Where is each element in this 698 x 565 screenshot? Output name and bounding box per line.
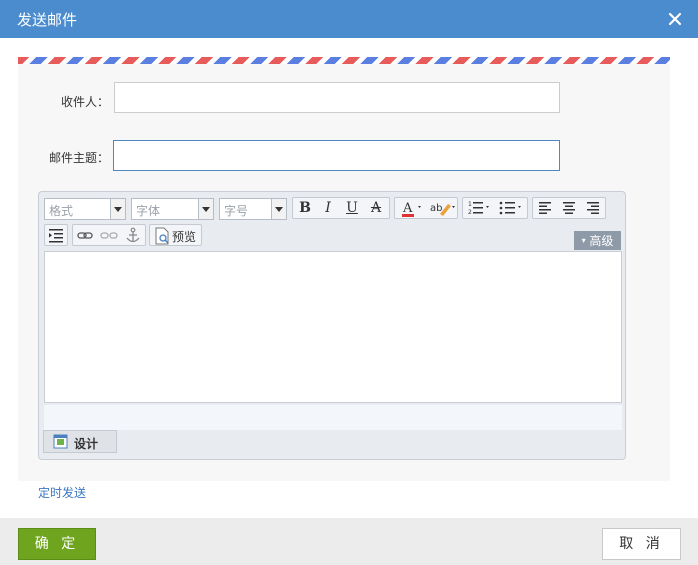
- underline-icon[interactable]: U: [341, 198, 363, 218]
- svg-text:A: A: [402, 201, 413, 216]
- size-select[interactable]: 字号: [219, 198, 287, 220]
- schedule-send-link[interactable]: 定时发送: [38, 484, 86, 501]
- chevron-down-icon: [198, 199, 213, 219]
- dialog-titlebar: [0, 0, 698, 38]
- preview-icon: [155, 227, 169, 245]
- format-select[interactable]: 格式: [44, 198, 126, 220]
- design-icon: [53, 434, 68, 449]
- svg-text:1: 1: [468, 201, 472, 208]
- chevron-down-icon: ▾: [581, 236, 586, 245]
- indent-group: [44, 224, 68, 246]
- ordered-list-icon[interactable]: 12: [465, 198, 493, 218]
- align-left-icon[interactable]: [534, 198, 556, 218]
- italic-icon[interactable]: I: [317, 198, 339, 218]
- close-icon[interactable]: [664, 8, 686, 30]
- strikethrough-icon[interactable]: A: [365, 198, 387, 218]
- font-select[interactable]: 字体: [131, 198, 214, 220]
- editor-content-area[interactable]: [44, 251, 622, 403]
- color-group: A ab: [394, 197, 458, 219]
- dialog-title: 发送邮件: [17, 11, 78, 29]
- link-icon[interactable]: [74, 225, 96, 245]
- unlink-icon[interactable]: [98, 225, 120, 245]
- bold-icon[interactable]: B: [294, 198, 316, 218]
- editor-status-bar: [44, 405, 622, 430]
- airmail-stripe: [18, 57, 670, 64]
- subject-label: 邮件主题：: [49, 151, 110, 165]
- text-style-group: B I U A: [292, 197, 390, 219]
- unordered-list-icon[interactable]: [497, 198, 525, 218]
- font-color-icon[interactable]: A: [397, 198, 425, 218]
- to-label: 收件人：: [61, 95, 110, 109]
- confirm-button[interactable]: 确 定: [18, 528, 96, 560]
- to-input[interactable]: [114, 82, 560, 113]
- list-group: 12: [462, 197, 528, 219]
- advanced-label: 高级: [589, 234, 614, 248]
- preview-button[interactable]: 预览: [149, 224, 202, 246]
- font-select-label: 字体: [136, 204, 161, 218]
- align-right-icon[interactable]: [582, 198, 604, 218]
- design-tab[interactable]: 设计: [43, 430, 117, 453]
- indent-icon[interactable]: [45, 225, 67, 245]
- size-select-label: 字号: [224, 204, 249, 218]
- subject-input[interactable]: [113, 140, 560, 171]
- svg-text:ab: ab: [430, 203, 442, 214]
- cancel-button[interactable]: 取 消: [602, 528, 681, 560]
- dialog-footer: [0, 518, 698, 565]
- link-group: [72, 224, 146, 246]
- anchor-icon[interactable]: [122, 225, 144, 245]
- chevron-down-icon: [271, 199, 286, 219]
- design-tab-label: 设计: [74, 437, 99, 451]
- align-center-icon[interactable]: [558, 198, 580, 218]
- format-select-label: 格式: [49, 204, 74, 218]
- svg-text:2: 2: [468, 209, 472, 216]
- advanced-toggle[interactable]: ▾ 高级: [574, 231, 621, 250]
- chevron-down-icon: [110, 199, 125, 219]
- align-group: [532, 197, 606, 219]
- preview-label: 预览: [172, 230, 197, 244]
- highlight-color-icon[interactable]: ab: [427, 198, 457, 218]
